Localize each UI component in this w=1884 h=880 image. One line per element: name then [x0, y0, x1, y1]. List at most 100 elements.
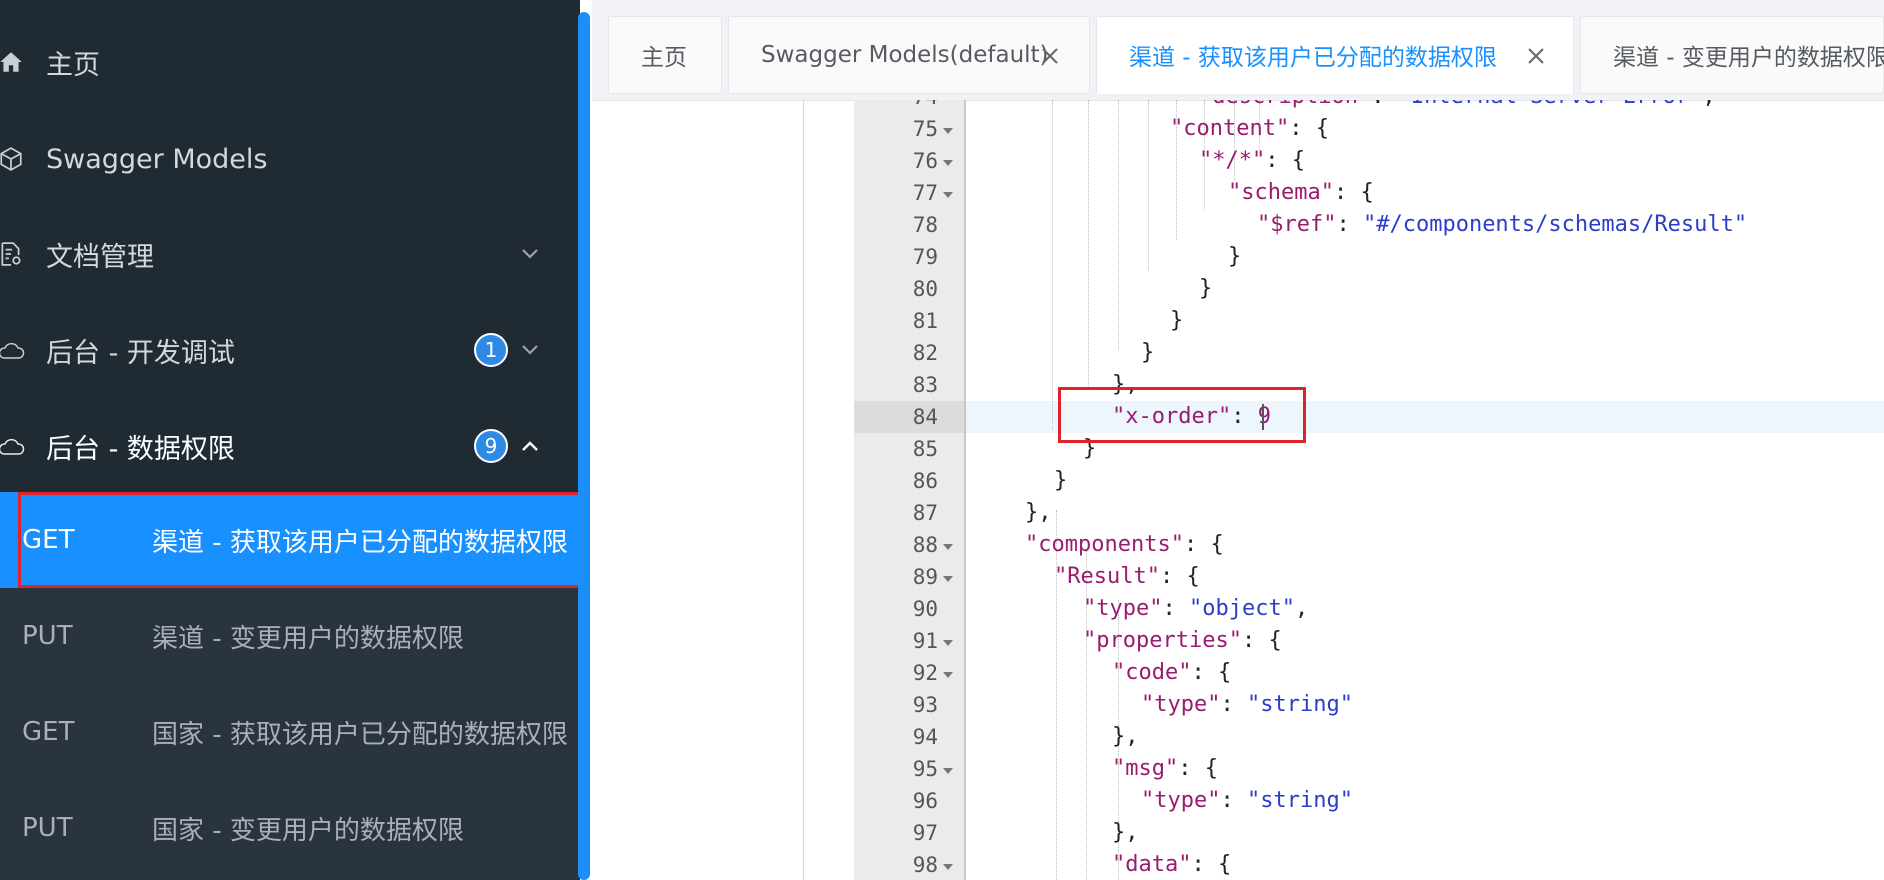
- code-line[interactable]: "msg": {: [1112, 756, 1218, 781]
- fold-arrow-icon[interactable]: [941, 542, 955, 552]
- tab-bar: 主页 Swagger Models(default) 渠道 - 获取该用户已分配…: [592, 0, 1884, 101]
- code-token: }: [1199, 276, 1213, 301]
- code-token: "code": [1112, 660, 1192, 685]
- code-token: :: [1336, 212, 1363, 237]
- code-token: : {: [1178, 756, 1218, 781]
- code-line[interactable]: "$ref": "#/components/schemas/Result": [1257, 212, 1747, 237]
- code-line[interactable]: "code": {: [1112, 660, 1231, 685]
- code-line[interactable]: }: [1228, 244, 1241, 269]
- line-number: 89: [912, 565, 938, 589]
- code-line[interactable]: "components": {: [1025, 532, 1224, 557]
- chevron-up-icon[interactable]: [520, 436, 540, 456]
- fold-arrow-icon[interactable]: [941, 126, 955, 136]
- sidebar-scrollbar[interactable]: [578, 12, 590, 880]
- line-number: 77: [912, 181, 938, 205]
- code-token: : {: [1289, 116, 1329, 141]
- fold-arrow-icon[interactable]: [941, 638, 955, 648]
- line-number: 93: [912, 693, 938, 717]
- line-number: 94: [912, 725, 938, 749]
- fold-arrow-icon[interactable]: [941, 190, 955, 200]
- main-panel: 主页 Swagger Models(default) 渠道 - 获取该用户已分配…: [592, 0, 1884, 880]
- code-line[interactable]: }: [1054, 468, 1067, 493]
- code-line[interactable]: "type": "object",: [1083, 596, 1308, 621]
- code-token: }: [1170, 308, 1184, 333]
- code-line[interactable]: },: [1112, 724, 1139, 749]
- code-line[interactable]: }: [1170, 308, 1183, 333]
- chevron-down-icon[interactable]: [520, 340, 540, 360]
- chevron-down-icon[interactable]: [520, 244, 540, 264]
- close-icon[interactable]: [1041, 47, 1059, 65]
- count-badge: 9: [474, 429, 508, 463]
- sidebar-item-document-management[interactable]: 文档管理: [0, 206, 580, 302]
- code-line[interactable]: "description": "Internal Server Error",: [1199, 100, 1716, 109]
- line-number: 75: [912, 117, 938, 141]
- code-token: "msg": [1112, 756, 1179, 781]
- code-token: "content": [1170, 116, 1290, 141]
- tab-get-channel-permission[interactable]: 渠道 - 获取该用户已分配的数据权限: [1096, 16, 1574, 94]
- code-line[interactable]: "schema": {: [1228, 180, 1374, 205]
- code-token: }: [1141, 340, 1155, 365]
- code-line[interactable]: }: [1199, 276, 1212, 301]
- sidebar-item-backend-data-permission[interactable]: 后台 - 数据权限 9: [0, 398, 580, 494]
- fold-arrow-icon[interactable]: [941, 158, 955, 168]
- sidebar-item-home[interactable]: 主页: [0, 14, 580, 110]
- code-token: },: [1025, 500, 1052, 525]
- code-token: :: [1162, 596, 1189, 621]
- line-number: 80: [912, 277, 938, 301]
- code-line[interactable]: "properties": {: [1083, 628, 1282, 653]
- code-token: : {: [1241, 628, 1282, 653]
- line-number: 90: [912, 597, 938, 621]
- code-token: :: [1220, 692, 1247, 717]
- code-token: : {: [1191, 852, 1232, 877]
- home-icon: [0, 45, 28, 79]
- tab-home[interactable]: 主页: [608, 16, 722, 94]
- api-cloud-icon: [0, 429, 28, 463]
- submenu-item-put-country-permission[interactable]: PUT 国家 - 变更用户的数据权限: [0, 780, 580, 876]
- sidebar-item-label: 主页: [46, 49, 100, 81]
- line-number: 84: [912, 405, 938, 429]
- code-line[interactable]: "content": {: [1170, 116, 1329, 141]
- line-number: 91: [912, 629, 938, 653]
- code-line[interactable]: },: [1112, 820, 1139, 845]
- indent-guide: [1088, 100, 1089, 390]
- code-line[interactable]: "type": "string": [1141, 788, 1353, 813]
- code-line[interactable]: "*/*": {: [1199, 148, 1305, 173]
- code-token: }: [1054, 468, 1068, 493]
- code-token: : {: [1159, 564, 1200, 589]
- sidebar-item-swagger-models[interactable]: Swagger Models: [0, 111, 580, 207]
- code-token: "$ref": [1257, 212, 1337, 237]
- http-method: GET: [22, 717, 75, 747]
- annotation-highlight-box: [18, 492, 580, 588]
- code-token: :: [1371, 100, 1398, 109]
- submenu-item-put-channel-permission[interactable]: PUT 渠道 - 变更用户的数据权限: [0, 588, 580, 684]
- tab-label: 渠道 - 变更用户的数据权限: [1613, 45, 1884, 71]
- line-number: 74: [854, 100, 938, 109]
- sidebar-item-backend-dev-debug[interactable]: 后台 - 开发调试 1: [0, 302, 580, 398]
- code-line[interactable]: },: [1025, 500, 1052, 525]
- code-line[interactable]: "data": {: [1112, 852, 1231, 877]
- submenu-item-label: 国家 - 变更用户的数据权限: [152, 815, 464, 846]
- line-number: 79: [912, 245, 938, 269]
- line-number: 81: [912, 309, 938, 333]
- code-token: "object": [1188, 596, 1295, 621]
- submenu-item-get-country-permission[interactable]: GET 国家 - 获取该用户已分配的数据权限: [0, 684, 580, 780]
- code-token: "string": [1246, 692, 1353, 717]
- code-token: "*/*": [1199, 148, 1266, 173]
- tab-swagger-models[interactable]: Swagger Models(default): [728, 16, 1090, 94]
- fold-arrow-icon[interactable]: [941, 766, 955, 776]
- code-line[interactable]: }: [1141, 340, 1154, 365]
- code-token: "string": [1246, 788, 1353, 813]
- tab-put-channel-permission[interactable]: 渠道 - 变更用户的数据权限: [1580, 16, 1884, 94]
- line-number: 98: [912, 853, 938, 877]
- fold-arrow-icon[interactable]: [941, 862, 955, 872]
- fold-arrow-icon[interactable]: [941, 670, 955, 680]
- code-line[interactable]: "Result": {: [1054, 564, 1200, 589]
- json-code-editor[interactable]: 74 "description": "Internal Server Error"…: [592, 100, 1884, 880]
- code-token: }: [1228, 244, 1242, 269]
- fold-arrow-icon[interactable]: [941, 574, 955, 584]
- line-number: 95: [912, 757, 938, 781]
- line-number: 86: [912, 469, 938, 493]
- code-line[interactable]: "type": "string": [1141, 692, 1353, 717]
- indent-guide: [803, 100, 804, 880]
- close-icon[interactable]: [1527, 47, 1545, 65]
